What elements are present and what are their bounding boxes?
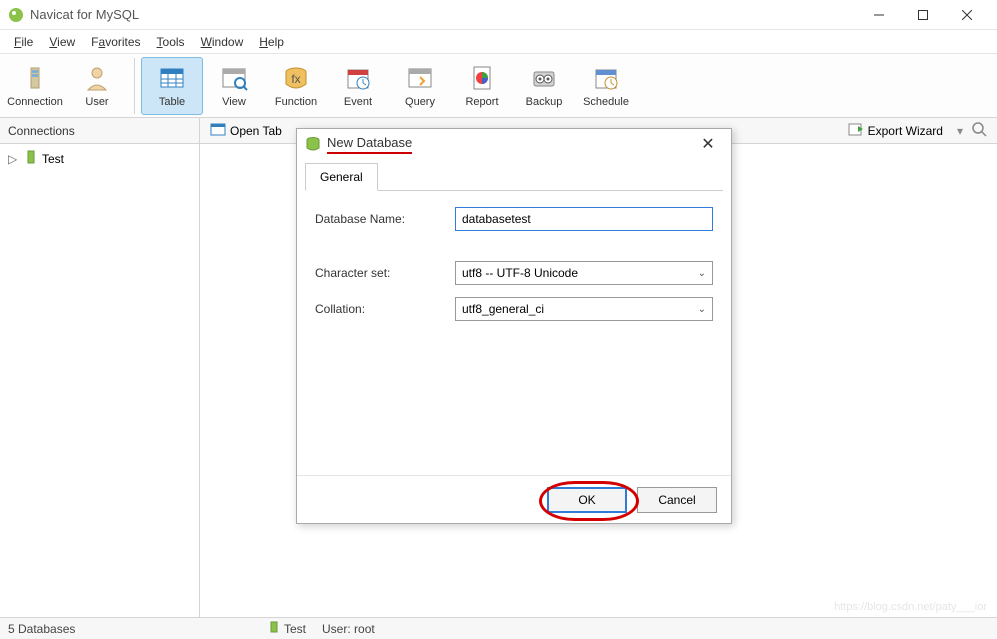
open-table-icon [210,121,226,140]
watermark: https://blog.csdn.net/paty___ior [834,601,987,613]
table-button[interactable]: Table [141,57,203,115]
svg-text:fx: fx [291,72,300,86]
status-connection-icon [268,621,280,636]
report-button[interactable]: Report [451,57,513,115]
menu-window[interactable]: Window [193,32,252,52]
app-icon [8,7,24,23]
chevron-down-icon: ⌄ [698,268,706,279]
new-database-dialog: New Database ✕ General Database Name: Ch… [296,128,732,524]
query-icon [406,64,434,92]
connection-icon [24,150,38,167]
table-icon [158,64,186,92]
dialog-footer: OK Cancel [297,475,731,523]
tab-general[interactable]: General [305,163,378,191]
report-icon [468,64,496,92]
user-icon [83,64,111,92]
search-icon[interactable] [971,121,987,140]
dialog-tabs: General [305,163,723,191]
status-connection-name: Test [284,622,306,636]
event-button[interactable]: Event [327,57,389,115]
cancel-button[interactable]: Cancel [637,487,717,513]
dialog-header: New Database ✕ [297,129,731,159]
menu-view[interactable]: View [41,32,83,52]
dropdown-chevron-icon[interactable]: ▾ [951,124,969,138]
export-wizard-button[interactable]: Export Wizard [842,119,949,142]
status-user: User: root [322,622,375,636]
collation-select[interactable]: utf8_general_ci ⌄ [455,297,713,321]
status-bar: 5 Databases Test User: root [0,617,997,639]
event-icon [344,64,372,92]
dialog-title: New Database [327,135,412,154]
dialog-body: Database Name: Character set: utf8 -- UT… [297,191,731,475]
window-title: Navicat for MySQL [30,7,857,22]
db-name-input[interactable] [455,207,713,231]
menu-favorites[interactable]: Favorites [83,32,148,52]
open-table-button[interactable]: Open Tab [204,119,288,142]
db-name-label: Database Name: [315,212,455,226]
tree-item-connection[interactable]: ▷ Test [4,148,195,169]
menu-help[interactable]: Help [251,32,292,52]
query-button[interactable]: Query [389,57,451,115]
tree-item-label: Test [42,152,64,166]
connection-icon [21,64,49,92]
collation-label: Collation: [315,302,455,316]
tree-expander-icon[interactable]: ▷ [8,152,20,166]
function-icon: fx [282,64,310,92]
main-toolbar: Connection User Table View fx Function E… [0,54,997,118]
schedule-icon [592,64,620,92]
title-bar: Navicat for MySQL [0,0,997,30]
schedule-button[interactable]: Schedule [575,57,637,115]
view-button[interactable]: View [203,57,265,115]
maximize-button[interactable] [901,0,945,30]
export-wizard-icon [848,121,864,140]
database-icon [305,136,321,152]
backup-button[interactable]: Backup [513,57,575,115]
menu-tools[interactable]: Tools [149,32,193,52]
toolbar-separator [134,58,135,114]
charset-label: Character set: [315,266,455,280]
dialog-close-button[interactable]: ✕ [693,129,723,159]
chevron-down-icon: ⌄ [698,304,706,315]
backup-icon [530,64,558,92]
connections-label: Connections [0,118,200,143]
minimize-button[interactable] [857,0,901,30]
menu-bar: File View Favorites Tools Window Help [0,30,997,54]
user-button[interactable]: User [66,57,128,115]
function-button[interactable]: fx Function [265,57,327,115]
view-icon [220,64,248,92]
ok-button[interactable]: OK [547,487,627,513]
connection-button[interactable]: Connection [4,57,66,115]
status-databases: 5 Databases [0,622,260,636]
menu-file[interactable]: File [6,32,41,52]
close-button[interactable] [945,0,989,30]
window-controls [857,0,989,30]
connections-tree: ▷ Test [0,144,200,617]
charset-select[interactable]: utf8 -- UTF-8 Unicode ⌄ [455,261,713,285]
